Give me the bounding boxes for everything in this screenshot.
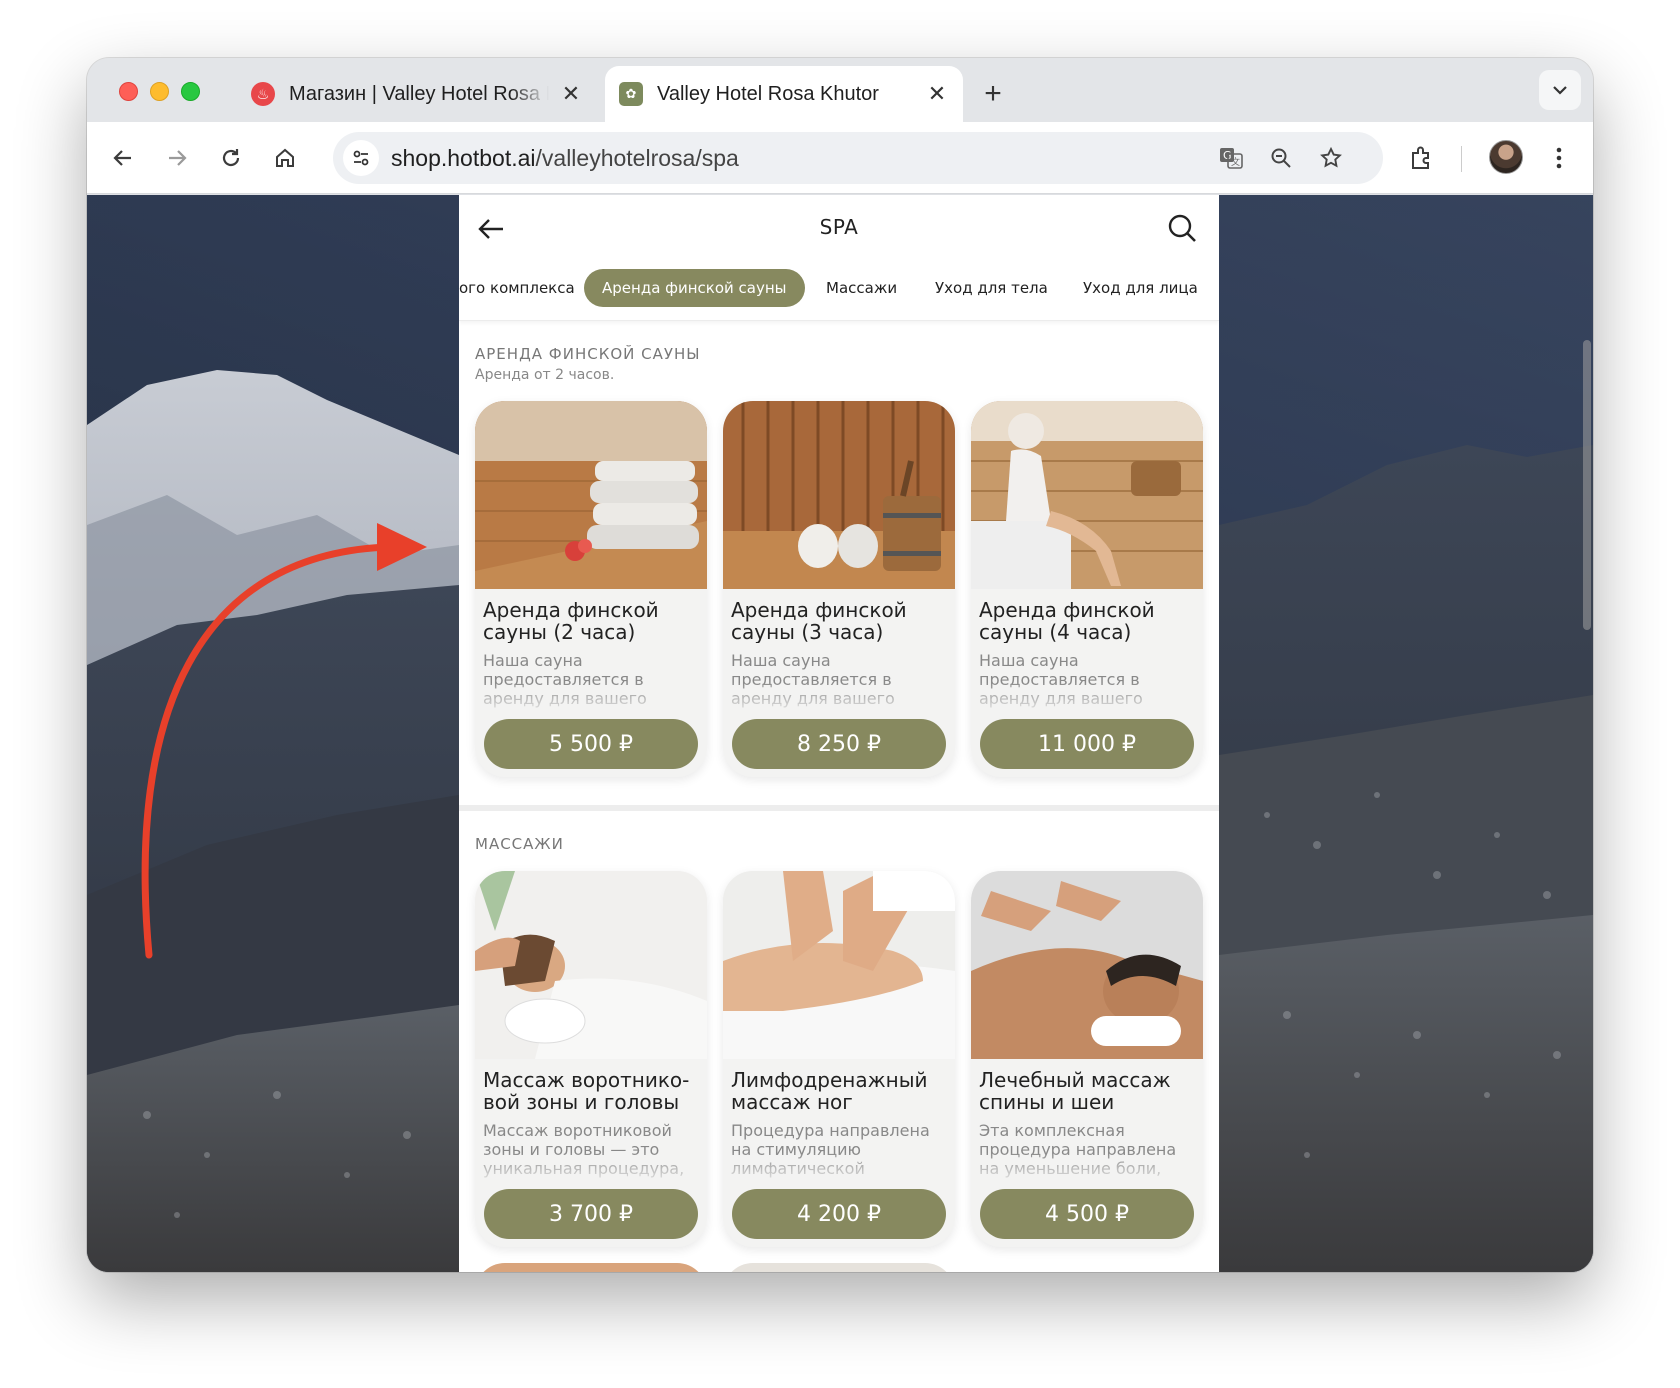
product-name: Массаж воротнико-вой зоны и головы	[483, 1069, 690, 1113]
section-title: МАССАЖИ	[475, 835, 564, 853]
shop-title: SPA	[819, 215, 859, 239]
product-desc: Наша сауна предоставляется в аренду для …	[483, 651, 647, 708]
translate-icon[interactable]: G文	[1213, 140, 1249, 176]
product-desc: Процедура направлена на стимуляцию лимфа…	[731, 1121, 930, 1178]
product-desc: Массаж воротниковой зоны и головы — это …	[483, 1121, 685, 1178]
home-icon[interactable]	[265, 138, 305, 178]
price-button[interactable]: 8 250 ₽	[732, 719, 946, 769]
section-massage: МАССАЖИ Массаж воротнико-вой зоны и голо…	[459, 811, 1219, 1272]
product-card[interactable]: Аренда финской сауны (2 часа) Наша сауна…	[475, 401, 707, 777]
tab-title: Valley Hotel Rosa Khutor	[657, 82, 879, 105]
leg-massage-image	[723, 871, 955, 1059]
hotel-favicon-icon: ✿	[619, 82, 643, 106]
product-name: Лечебный массаж спины и шеи	[979, 1069, 1171, 1113]
category-tab-face-care[interactable]: Уход для лица	[1065, 269, 1216, 307]
section-subtitle: Аренда от 2 часов.	[475, 367, 615, 383]
tab-valley-hotel[interactable]: ✿ Valley Hotel Rosa Khutor ✕	[605, 66, 963, 122]
category-tab-sauna[interactable]: Аренда финской сауны	[584, 269, 805, 307]
browser-toolbar: shop.hotbot.ai/valleyhotelrosa/spa G文	[87, 122, 1593, 194]
product-name: Аренда финской сауны (2 часа)	[483, 599, 659, 643]
zoom-icon[interactable]	[1263, 140, 1299, 176]
price-button[interactable]: 4 500 ₽	[980, 1189, 1194, 1239]
url-text[interactable]: shop.hotbot.ai/valleyhotelrosa/spa	[391, 145, 739, 172]
product-card[interactable]: Лимфодренажный массаж ног Процедура напр…	[723, 871, 955, 1247]
next-row-preview	[475, 1263, 1203, 1272]
address-bar[interactable]: shop.hotbot.ai/valleyhotelrosa/spa G文	[333, 132, 1383, 184]
product-card[interactable]: Массаж воротнико-вой зоны и головы Масса…	[475, 871, 707, 1247]
section-title: АРЕНДА ФИНСКОЙ САУНЫ	[475, 345, 701, 363]
reload-icon[interactable]	[211, 138, 251, 178]
new-tab-icon[interactable]: +	[975, 76, 1011, 112]
sauna-towels-image	[475, 401, 707, 589]
sauna-woman-image	[971, 401, 1203, 589]
product-card[interactable]: Лечебный массаж спины и шеи Эта комплекс…	[971, 871, 1203, 1247]
tab-shop[interactable]: ♨ Магазин | Valley Hotel Rosa Khutor ✕	[237, 66, 597, 122]
bookmark-star-icon[interactable]	[1313, 140, 1349, 176]
category-tab-body-care[interactable]: Уход для тела	[917, 269, 1066, 307]
page-scrollbar[interactable]	[1583, 340, 1591, 630]
tab-title: Магазин | Valley Hotel Rosa Khutor	[289, 82, 549, 105]
shop-search-icon[interactable]	[1163, 209, 1201, 247]
close-window-button[interactable]	[119, 82, 138, 101]
extensions-icon[interactable]	[1401, 138, 1441, 178]
url-path: /valleyhotelrosa/spa	[535, 145, 739, 171]
page-viewport: SPA ого комплекса Аренда финской сауны М…	[87, 195, 1593, 1272]
product-card-partial[interactable]	[475, 1263, 707, 1272]
product-name: Лимфодренажный массаж ног	[731, 1069, 928, 1113]
back-icon[interactable]	[103, 138, 143, 178]
price-button[interactable]: 4 200 ₽	[732, 1189, 946, 1239]
section-sauna: АРЕНДА ФИНСКОЙ САУНЫ Аренда от 2 часов.	[459, 321, 1219, 777]
head-massage-image	[475, 871, 707, 1059]
shop-panel: SPA ого комплекса Аренда финской сауны М…	[459, 195, 1219, 1272]
product-desc: Наша сауна предоставляется в аренду для …	[979, 651, 1143, 708]
product-card[interactable]: Аренда финской сауны (4 часа) Наша сауна…	[971, 401, 1203, 777]
minimize-window-button[interactable]	[150, 82, 169, 101]
sauna-bucket-image	[723, 401, 955, 589]
tab-search-chevron-icon[interactable]	[1539, 70, 1581, 110]
product-desc: Наша сауна предоставляется в аренду для …	[731, 651, 895, 708]
back-massage-image	[971, 871, 1203, 1059]
maximize-window-button[interactable]	[181, 82, 200, 101]
close-tab-icon[interactable]: ✕	[557, 80, 585, 108]
browser-window: ♨ Магазин | Valley Hotel Rosa Khutor ✕ ✿…	[87, 58, 1593, 1272]
toolbar-separator	[1461, 146, 1462, 172]
product-name: Аренда финской сауны (3 часа)	[731, 599, 907, 643]
price-button[interactable]: 5 500 ₽	[484, 719, 698, 769]
category-tabs: ого комплекса Аренда финской сауны Масса…	[459, 269, 1219, 307]
product-card-partial[interactable]	[723, 1263, 955, 1272]
hotbot-favicon-icon: ♨	[251, 82, 275, 106]
price-button[interactable]: 11 000 ₽	[980, 719, 1194, 769]
close-tab-icon[interactable]: ✕	[923, 80, 951, 108]
site-info-icon[interactable]	[343, 140, 379, 176]
product-grid: Массаж воротнико-вой зоны и головы Масса…	[475, 871, 1203, 1247]
shop-header: SPA ого комплекса Аренда финской сауны М…	[459, 195, 1219, 321]
profile-avatar[interactable]	[1489, 140, 1523, 174]
svg-text:文: 文	[1231, 156, 1240, 168]
tab-strip: ♨ Магазин | Valley Hotel Rosa Khutor ✕ ✿…	[87, 58, 1593, 122]
kebab-menu-icon[interactable]	[1539, 138, 1579, 178]
product-name: Аренда финской сауны (4 часа)	[979, 599, 1155, 643]
price-button[interactable]: 3 700 ₽	[484, 1189, 698, 1239]
url-host: shop.hotbot.ai	[391, 145, 536, 171]
forward-icon[interactable]	[157, 138, 197, 178]
product-desc: Эта комплексная процедура направлена на …	[979, 1121, 1177, 1178]
product-grid: Аренда финской сауны (2 часа) Наша сауна…	[475, 401, 1203, 777]
product-card[interactable]: Аренда финской сауны (3 часа) Наша сауна…	[723, 401, 955, 777]
category-tab-massage[interactable]: Массажи	[808, 269, 915, 307]
category-tab-complex[interactable]: ого комплекса	[459, 269, 593, 307]
